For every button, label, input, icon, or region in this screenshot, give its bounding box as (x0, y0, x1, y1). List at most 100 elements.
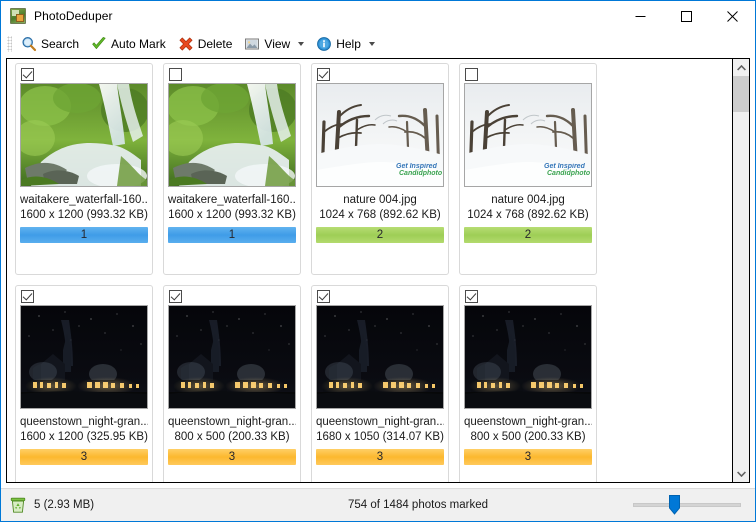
photo-filename: queenstown_night-gran... (316, 416, 444, 428)
close-icon (726, 10, 738, 22)
photo-dimensions: 1680 x 1050 (314.07 KB) (316, 431, 444, 443)
photo-meta: nature 004.jpg 1024 x 768 (892.62 KB) (464, 193, 592, 223)
photo-filename: waitakere_waterfall-160... (20, 194, 148, 206)
photos-marked-label: 754 of 1484 photos marked (347, 499, 489, 511)
thumbnail-grid: waitakere_waterfall-160... 1600 x 1200 (… (10, 63, 732, 482)
search-button[interactable]: Search (16, 33, 86, 55)
photo-dimensions: 800 x 500 (200.33 KB) (470, 431, 586, 443)
photo-thumbnail[interactable] (316, 305, 444, 409)
minimize-button[interactable] (617, 1, 663, 31)
thumbnail-image-night (317, 306, 443, 408)
photo-filename: nature 004.jpg (491, 194, 565, 206)
green-check-icon (92, 37, 106, 49)
thumbnail-image-waterfall (169, 84, 295, 186)
magnifier-icon (22, 37, 37, 52)
photo-card[interactable]: queenstown_night-gran... 800 x 500 (200.… (163, 285, 301, 482)
chevron-up-icon (736, 64, 746, 71)
photo-thumbnail[interactable]: Get Inspired Candidphoto (464, 83, 592, 187)
thumbnail-size-slider[interactable] (633, 495, 741, 515)
photo-checkbox[interactable] (317, 290, 330, 303)
scroll-down-button[interactable] (733, 465, 749, 482)
photo-group-badge: 3 (316, 449, 444, 465)
photo-checkbox[interactable] (465, 68, 478, 81)
status-slider-group (625, 495, 755, 515)
thumbnail-image-waterfall (21, 84, 147, 186)
photo-checkbox[interactable] (169, 290, 182, 303)
window-controls (617, 1, 755, 31)
photo-dimensions: 1600 x 1200 (993.32 KB) (168, 209, 296, 221)
svg-text:Get Inspired: Get Inspired (396, 163, 438, 170)
maximize-icon (680, 10, 692, 22)
picture-icon (245, 38, 260, 50)
content-area: waitakere_waterfall-160... 1600 x 1200 (… (6, 58, 750, 483)
photo-group-badge: 2 (316, 227, 444, 243)
photo-thumbnail[interactable] (168, 305, 296, 409)
photo-card[interactable]: Get Inspired Candidphoto nature 004.jpg … (459, 63, 597, 275)
window-title: PhotoDeduper (34, 9, 113, 23)
photo-dimensions: 1600 x 1200 (993.32 KB) (20, 209, 148, 221)
maximize-button[interactable] (663, 1, 709, 31)
search-label: Search (41, 37, 80, 51)
help-button[interactable]: Help (311, 33, 382, 55)
photo-card[interactable]: queenstown_night-gran... 800 x 500 (200.… (459, 285, 597, 482)
photo-thumbnail[interactable] (168, 83, 296, 187)
photo-meta: nature 004.jpg 1024 x 768 (892.62 KB) (316, 193, 444, 223)
view-button[interactable]: View (239, 33, 311, 55)
toolbar-grip[interactable] (7, 36, 12, 52)
photo-card[interactable]: waitakere_waterfall-160... 1600 x 1200 (… (15, 63, 153, 275)
photo-card[interactable]: waitakere_waterfall-160... 1600 x 1200 (… (163, 63, 301, 275)
photo-dimensions: 1024 x 768 (892.62 KB) (467, 209, 589, 221)
photo-meta: queenstown_night-gran... 1680 x 1050 (31… (316, 415, 444, 445)
photo-thumbnail[interactable]: Get Inspired Candidphoto (316, 83, 444, 187)
photo-checkbox[interactable] (465, 290, 478, 303)
auto-mark-label: Auto Mark (111, 37, 166, 51)
info-icon (317, 37, 332, 51)
close-button[interactable] (709, 1, 755, 31)
photo-filename: queenstown_night-gran... (464, 416, 592, 428)
photo-meta: waitakere_waterfall-160... 1600 x 1200 (… (20, 193, 148, 223)
photo-group-badge: 1 (168, 227, 296, 243)
photo-dimensions: 800 x 500 (200.33 KB) (174, 431, 290, 443)
photo-dimensions: 1024 x 768 (892.62 KB) (319, 209, 441, 221)
photo-meta: queenstown_night-gran... 800 x 500 (200.… (168, 415, 296, 445)
red-x-icon (179, 37, 193, 51)
scrollbar-thumb[interactable] (733, 76, 749, 112)
photo-thumbnail[interactable] (464, 305, 592, 409)
view-label: View (264, 37, 291, 51)
photo-checkbox[interactable] (21, 68, 34, 81)
photo-meta: waitakere_waterfall-160... 1600 x 1200 (… (168, 193, 296, 223)
photo-group-badge: 3 (464, 449, 592, 465)
recycle-bin-icon (10, 497, 26, 513)
vertical-scrollbar[interactable] (732, 59, 749, 482)
chevron-down-icon (368, 42, 375, 46)
status-bar: 5 (2.93 MB) 754 of 1484 photos marked (1, 488, 755, 521)
chevron-down-icon (736, 470, 746, 477)
photo-thumbnail[interactable] (20, 83, 148, 187)
photo-thumbnail[interactable] (20, 305, 148, 409)
marked-size-label: 5 (2.93 MB) (34, 499, 95, 511)
photo-checkbox[interactable] (21, 290, 34, 303)
delete-button[interactable]: Delete (173, 33, 240, 55)
photo-filename: waitakere_waterfall-160... (168, 194, 296, 206)
photo-card[interactable]: queenstown_night-gran... 1680 x 1050 (31… (311, 285, 449, 482)
thumbnail-image-night (169, 306, 295, 408)
thumbnail-image-night (21, 306, 147, 408)
photo-checkbox[interactable] (317, 68, 330, 81)
auto-mark-button[interactable]: Auto Mark (86, 33, 173, 55)
slider-thumb[interactable] (669, 495, 680, 515)
svg-text:Candidphoto: Candidphoto (399, 170, 443, 177)
minimize-icon (635, 15, 645, 17)
scrollbar-track[interactable] (733, 76, 749, 465)
photo-checkbox[interactable] (169, 68, 182, 81)
photo-app-icon (10, 8, 26, 24)
photo-card[interactable]: Get Inspired Candidphoto nature 004.jpg … (311, 63, 449, 275)
photo-filename: queenstown_night-gran... (20, 416, 148, 428)
photo-meta: queenstown_night-gran... 800 x 500 (200.… (464, 415, 592, 445)
toolbar: Search Auto Mark Delete View Help (1, 31, 755, 57)
photo-card[interactable]: queenstown_night-gran... 1600 x 1200 (32… (15, 285, 153, 482)
scroll-up-button[interactable] (733, 59, 749, 76)
photo-group-badge: 1 (20, 227, 148, 243)
slider-thumb-icon (669, 495, 680, 515)
photo-meta: queenstown_night-gran... 1600 x 1200 (32… (20, 415, 148, 445)
app-window: PhotoDeduper Search Auto Mark Delete Vie… (0, 0, 756, 522)
